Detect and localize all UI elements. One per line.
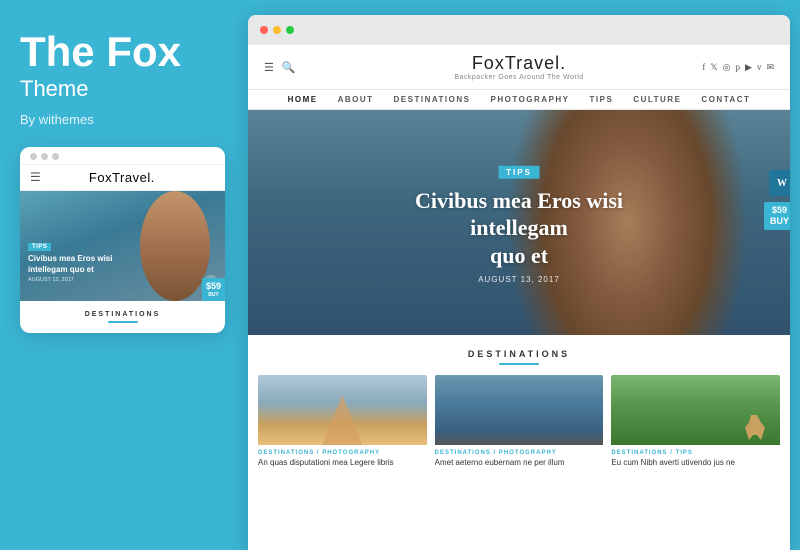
mobile-top-bar	[20, 147, 225, 164]
destinations-section: DESTINATIONS DESTINATIONS / PHOTOGRAPHY …	[248, 335, 790, 478]
browser-window: ☰ 🔍 FoxTravel. Backpacker Goes Around Th…	[248, 15, 790, 550]
dest-image-2	[435, 375, 604, 445]
dest-card-1: DESTINATIONS / PHOTOGRAPHY An quas dispu…	[258, 375, 427, 468]
dest-tags-1: DESTINATIONS / PHOTOGRAPHY	[258, 450, 427, 456]
nav-contact[interactable]: CONTACT	[701, 95, 750, 104]
dest-text-3: Eu cum Nibh averti utivendo jus ne	[611, 458, 780, 468]
dest-text-2: Amet aeterno eubernam ne per illum	[435, 458, 604, 468]
hero-text: TIPS Civibus mea Eros wisi intellegamquo…	[384, 161, 655, 284]
browser-dot-green[interactable]	[286, 26, 294, 34]
dest-text-1: An quas disputationi mea Legere libris	[258, 458, 427, 468]
twitter-icon[interactable]: 𝕏	[710, 62, 717, 73]
mobile-price-label: BUY	[208, 292, 219, 298]
dest-card-2: DESTINATIONS / PHOTOGRAPHY Amet aeterno …	[435, 375, 604, 468]
destinations-underline	[499, 363, 539, 365]
mobile-hero-text: TIPS Civibus mea Eros wisi intellegam qu…	[28, 235, 128, 283]
email-icon[interactable]: ✉	[766, 62, 774, 73]
price-value: $59	[772, 205, 787, 215]
mobile-category-badge: TIPS	[28, 243, 51, 251]
mobile-price-badge[interactable]: $59 BUY	[202, 278, 225, 301]
nav-tips[interactable]: TIPS	[590, 95, 614, 104]
wordpress-badge[interactable]: W	[769, 170, 790, 196]
nav-photography[interactable]: PHOTOGRAPHY	[490, 95, 569, 104]
hero-title: Civibus mea Eros wisi intellegamquo et	[384, 186, 655, 269]
price-label: BUY	[770, 216, 789, 226]
hamburger-icon[interactable]: ☰	[30, 170, 41, 185]
theme-author: By withemes	[20, 112, 94, 127]
mobile-preview: ☰ FoxTravel. TIPS Civibus mea Eros wisi …	[20, 147, 225, 333]
price-badge[interactable]: $59 BUY	[764, 202, 790, 230]
nav-home[interactable]: HOME	[288, 95, 318, 104]
dest-tags-3: DESTINATIONS / TIPS	[611, 450, 780, 456]
site-logo: FoxTravel.	[324, 53, 714, 74]
destinations-grid: DESTINATIONS / PHOTOGRAPHY An quas dispu…	[258, 375, 780, 468]
nav-about[interactable]: ABOUT	[338, 95, 374, 104]
destinations-header: DESTINATIONS	[258, 349, 780, 365]
dot-2	[41, 153, 48, 160]
theme-title: The Fox	[20, 30, 181, 74]
site-logo-area: FoxTravel. Backpacker Goes Around The Wo…	[324, 53, 714, 81]
site-header: ☰ 🔍 FoxTravel. Backpacker Goes Around Th…	[248, 45, 790, 90]
dot-3	[52, 153, 59, 160]
mobile-destinations-label: DESTINATIONS	[28, 311, 217, 318]
browser-dot-red[interactable]	[260, 26, 268, 34]
site-header-right: f 𝕏 ◎ p ▶ v ✉	[714, 62, 774, 73]
nav-culture[interactable]: CULTURE	[633, 95, 681, 104]
site-tagline: Backpacker Goes Around The World	[324, 74, 714, 81]
instagram-icon[interactable]: ◎	[723, 62, 731, 73]
site-header-left: ☰ 🔍	[264, 61, 324, 74]
browser-dot-yellow[interactable]	[273, 26, 281, 34]
dest-image-1	[258, 375, 427, 445]
dest-image-3	[611, 375, 780, 445]
facebook-icon[interactable]: f	[702, 62, 705, 72]
mobile-hero: TIPS Civibus mea Eros wisi intellegam qu…	[20, 191, 225, 301]
browser-chrome	[248, 15, 790, 45]
hero-section: TIPS Civibus mea Eros wisi intellegamquo…	[248, 110, 790, 335]
mobile-price-value: $59	[206, 281, 221, 291]
search-icon[interactable]: 🔍	[282, 61, 296, 74]
mobile-hero-title: Civibus mea Eros wisi intellegam quo et	[28, 254, 128, 275]
mobile-nav: ☰ FoxTravel.	[20, 164, 225, 191]
menu-icon[interactable]: ☰	[264, 61, 274, 74]
mobile-hero-figure	[140, 191, 210, 301]
mobile-logo: FoxTravel.	[89, 170, 155, 185]
mobile-destinations: DESTINATIONS	[20, 301, 225, 333]
dest-card-3: DESTINATIONS / TIPS Eu cum Nibh averti u…	[611, 375, 780, 468]
dot-1	[30, 153, 37, 160]
left-panel: The Fox Theme By withemes ☰ FoxTravel. T…	[0, 0, 248, 550]
theme-subtitle: Theme	[20, 76, 88, 102]
nav-destinations[interactable]: DESTINATIONS	[394, 95, 471, 104]
mobile-destinations-underline	[108, 321, 138, 323]
hero-date: AUGUST 13, 2017	[384, 275, 655, 284]
youtube-icon[interactable]: ▶	[745, 62, 752, 73]
mobile-hero-date: AUGUST 13, 2017	[28, 277, 128, 283]
hero-category-badge: TIPS	[498, 165, 540, 178]
dest-tags-2: DESTINATIONS / PHOTOGRAPHY	[435, 450, 604, 456]
pinterest-icon[interactable]: p	[736, 62, 741, 72]
vimeo-icon[interactable]: v	[757, 62, 762, 72]
destinations-label: DESTINATIONS	[258, 349, 780, 359]
site-content: ☰ 🔍 FoxTravel. Backpacker Goes Around Th…	[248, 45, 790, 550]
site-nav: HOME ABOUT DESTINATIONS PHOTOGRAPHY TIPS…	[248, 90, 790, 110]
